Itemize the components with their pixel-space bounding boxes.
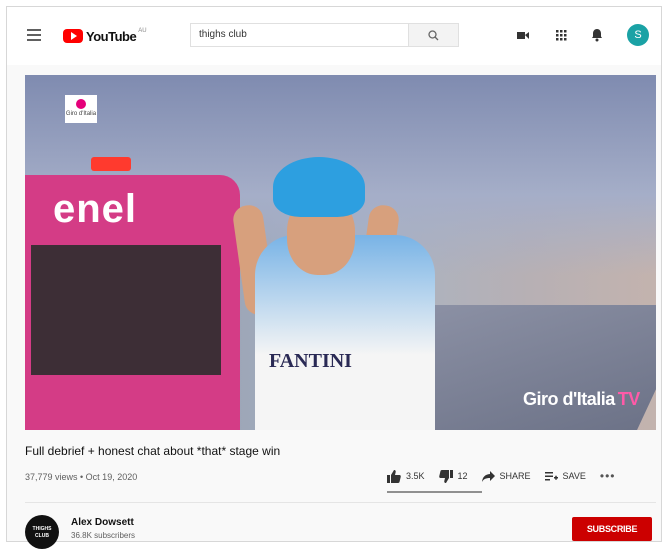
logo-country-code: AU (138, 28, 147, 34)
top-bar: YouTube AU thighs club S (7, 7, 661, 65)
dislike-count: 12 (457, 471, 468, 481)
jersey-sponsor-text: FANTINI (269, 350, 352, 372)
search-button[interactable] (409, 23, 459, 47)
giro-badge: Giro d'Italia (65, 95, 97, 123)
youtube-play-icon (63, 29, 83, 43)
giro-badge-text: Giro d'Italia (65, 111, 97, 117)
car-sponsor-text: enel (53, 187, 138, 231)
video-actions: 3.5K 12 SHARE SAVE ••• (387, 468, 630, 484)
video-title: Full debrief + honest chat about *that* … (25, 444, 281, 458)
menu-icon[interactable] (27, 29, 41, 41)
video-meta: 37,779 views • Oct 19, 2020 (25, 472, 138, 482)
apps-grid-icon[interactable] (553, 27, 569, 43)
create-video-icon[interactable] (515, 27, 531, 43)
share-button[interactable]: SHARE (481, 470, 531, 482)
watermark-text: Giro d'Italia (523, 389, 615, 409)
share-arrow-icon (481, 470, 495, 482)
giro-tv-watermark: Giro d'Italia TV (523, 389, 640, 410)
youtube-logo[interactable]: YouTube AU (63, 27, 147, 45)
car-roof-light (91, 157, 131, 171)
divider (25, 502, 656, 503)
save-label: SAVE (562, 471, 586, 481)
watermark-tv: TV (617, 389, 641, 409)
like-ratio-bar (387, 491, 482, 493)
save-button[interactable]: SAVE (544, 471, 586, 482)
thumbs-up-icon (387, 469, 401, 483)
dislike-button[interactable]: 12 (438, 469, 468, 483)
channel-name[interactable]: Alex Dowsett (71, 517, 134, 528)
search-icon (428, 30, 439, 41)
video-player[interactable]: enel FANTINI Giro d'Italia Giro d'Italia… (25, 75, 656, 430)
video-team-car: enel (25, 175, 240, 430)
like-count: 3.5K (406, 471, 425, 481)
logo-text: YouTube (86, 28, 137, 44)
like-button[interactable]: 3.5K (387, 469, 425, 483)
giro-logo-icon (76, 99, 86, 109)
save-playlist-icon (544, 471, 558, 480)
share-label: SHARE (499, 471, 531, 481)
user-avatar[interactable]: S (627, 24, 649, 46)
like-ratio-fill (387, 491, 482, 493)
youtube-window: YouTube AU thighs club S enel FANTINI Gi… (6, 6, 662, 549)
more-options-icon[interactable]: ••• (600, 469, 616, 483)
subscriber-count: 36.8K subscribers (71, 531, 136, 540)
notifications-bell-icon[interactable] (589, 27, 605, 43)
thumbs-down-icon (438, 469, 453, 483)
rider-helmet (273, 157, 365, 217)
search-input[interactable]: thighs club (190, 23, 409, 47)
subscribe-button[interactable]: SUBSCRIBE (572, 517, 652, 541)
